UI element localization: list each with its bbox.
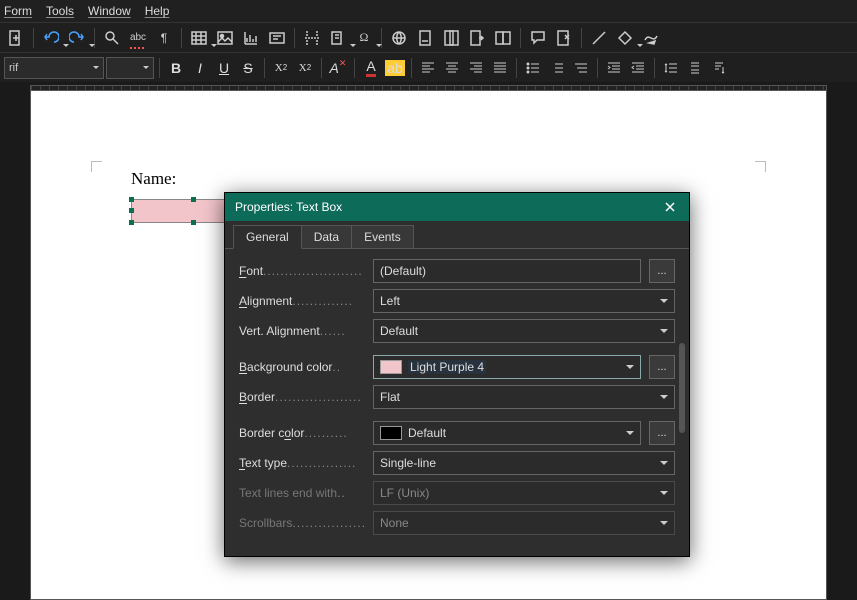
- textbox-icon[interactable]: [265, 26, 289, 50]
- field-border-color[interactable]: Default: [373, 421, 641, 445]
- bold-button[interactable]: B: [165, 57, 187, 79]
- redo-icon[interactable]: [65, 26, 89, 50]
- italic-button[interactable]: I: [189, 57, 211, 79]
- sort-button[interactable]: [708, 57, 730, 79]
- field-bg-color[interactable]: Light Purple 4: [373, 355, 641, 379]
- tab-bar: General Data Events: [225, 221, 689, 249]
- align-right-button[interactable]: [465, 57, 487, 79]
- underline-button[interactable]: U: [213, 57, 235, 79]
- bookmark-icon[interactable]: [439, 26, 463, 50]
- label-line-end: Text lines end with..: [239, 486, 365, 500]
- track-changes-icon[interactable]: [491, 26, 515, 50]
- cross-ref-icon[interactable]: [465, 26, 489, 50]
- tab-data[interactable]: Data: [301, 225, 352, 248]
- menu-form[interactable]: Form: [4, 4, 32, 18]
- properties-form: Font....................... (Default) ..…: [225, 249, 689, 545]
- label-border-color: Border color..........: [239, 426, 365, 440]
- font-more-button[interactable]: ...: [649, 259, 675, 283]
- field-text-type[interactable]: Single-line: [373, 451, 675, 475]
- tab-events[interactable]: Events: [351, 225, 414, 248]
- outline-button[interactable]: [570, 57, 592, 79]
- font-size-combo[interactable]: [106, 57, 154, 79]
- hyperlink-icon[interactable]: [387, 26, 411, 50]
- image-icon[interactable]: [213, 26, 237, 50]
- field-border[interactable]: Flat: [373, 385, 675, 409]
- line-spacing-button[interactable]: [660, 57, 682, 79]
- decrease-indent-button[interactable]: [627, 57, 649, 79]
- menu-window[interactable]: Window: [88, 4, 131, 18]
- toolbar-main: abc ¶ Ω: [0, 22, 857, 52]
- field-vert-alignment[interactable]: Default: [373, 319, 675, 343]
- bullet-list-button[interactable]: [522, 57, 544, 79]
- spellcheck-icon[interactable]: abc: [126, 26, 150, 50]
- bg-color-name: Light Purple 4: [408, 360, 486, 374]
- draw-icon[interactable]: [639, 26, 663, 50]
- bg-color-swatch: [380, 360, 402, 374]
- dialog-titlebar[interactable]: Properties: Text Box: [225, 193, 689, 221]
- table-icon[interactable]: [187, 26, 211, 50]
- subscript-button[interactable]: X2: [294, 57, 316, 79]
- footnote-icon[interactable]: [413, 26, 437, 50]
- label-text-type: Text type................: [239, 456, 365, 470]
- align-left-button[interactable]: [417, 57, 439, 79]
- field-scrollbars: None: [373, 511, 675, 535]
- label-alignment: Alignment..............: [239, 294, 365, 308]
- shapes-icon[interactable]: [613, 26, 637, 50]
- bgcolor-more-button[interactable]: ...: [649, 355, 675, 379]
- chart-icon[interactable]: [239, 26, 263, 50]
- strike-button[interactable]: S: [237, 57, 259, 79]
- align-justify-button[interactable]: [489, 57, 511, 79]
- para-spacing-button[interactable]: [684, 57, 706, 79]
- find-icon[interactable]: [100, 26, 124, 50]
- number-list-button[interactable]: [546, 57, 568, 79]
- bordercolor-more-button[interactable]: ...: [649, 421, 675, 445]
- undo-icon[interactable]: [39, 26, 63, 50]
- special-char-icon[interactable]: Ω: [352, 26, 376, 50]
- menu-help[interactable]: Help: [145, 4, 170, 18]
- field-font[interactable]: (Default): [373, 259, 641, 283]
- toolbar-formatting: rif B I U S X2 X2 A✕ A ab: [0, 52, 857, 82]
- label-scrollbars: Scrollbars.................: [239, 516, 365, 530]
- field-line-end: LF (Unix): [373, 481, 675, 505]
- field-alignment[interactable]: Left: [373, 289, 675, 313]
- font-color-button[interactable]: A: [360, 57, 382, 79]
- align-center-button[interactable]: [441, 57, 463, 79]
- increase-indent-button[interactable]: [603, 57, 625, 79]
- dialog-title-text: Properties: Text Box: [235, 200, 342, 214]
- clear-format-button[interactable]: A✕: [327, 57, 349, 79]
- label-name: Name:: [131, 169, 176, 189]
- border-color-swatch: [380, 426, 402, 440]
- label-vert-alignment: Vert. Alignment......: [239, 324, 365, 338]
- tab-general[interactable]: General: [233, 225, 302, 249]
- close-icon[interactable]: [661, 198, 679, 216]
- label-bg-color: Background color..: [239, 360, 365, 374]
- menu-tools[interactable]: Tools: [46, 4, 74, 18]
- menu-bar: Form Tools Window Help: [0, 0, 857, 22]
- dialog-scrollbar[interactable]: [679, 343, 685, 433]
- superscript-button[interactable]: X2: [270, 57, 292, 79]
- export-pdf-icon[interactable]: [4, 26, 28, 50]
- font-name-combo[interactable]: rif: [4, 57, 104, 79]
- line-icon[interactable]: [587, 26, 611, 50]
- label-font: Font.......................: [239, 264, 365, 278]
- label-border: Border....................: [239, 390, 365, 404]
- properties-dialog: Properties: Text Box General Data Events…: [224, 192, 690, 557]
- field-icon[interactable]: [326, 26, 350, 50]
- page-break-icon[interactable]: [300, 26, 324, 50]
- highlight-button[interactable]: ab: [384, 57, 406, 79]
- comment-icon[interactable]: [526, 26, 550, 50]
- show-changes-icon[interactable]: [552, 26, 576, 50]
- border-color-name: Default: [408, 426, 446, 440]
- pilcrow-icon[interactable]: ¶: [152, 26, 176, 50]
